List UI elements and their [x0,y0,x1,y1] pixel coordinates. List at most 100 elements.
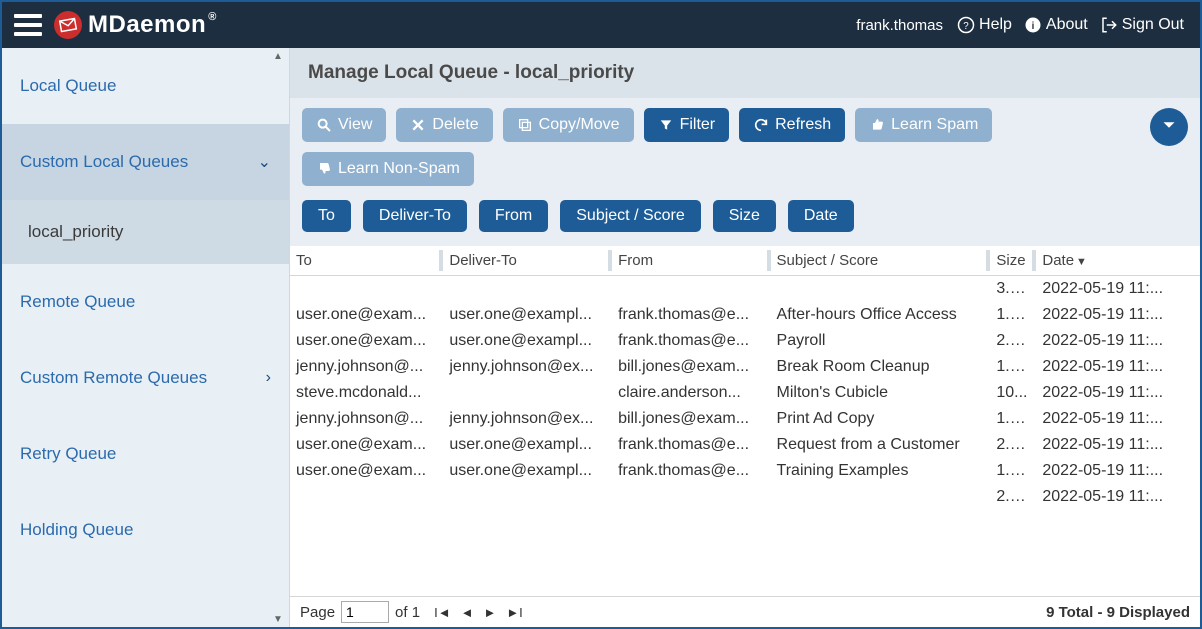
cell-date: 2022-05-19 11:... [1036,276,1200,303]
menu-icon[interactable] [14,14,42,36]
cell-deliver: user.one@exampl... [443,432,612,458]
col-toggle-date[interactable]: Date [788,200,854,232]
col-toggle-to[interactable]: To [302,200,351,232]
sidebar-item-label: Holding Queue [20,520,133,540]
cell-from: frank.thomas@e... [612,432,770,458]
current-user: frank.thomas [856,17,943,34]
table-row[interactable]: jenny.johnson@...jenny.johnson@ex...bill… [290,354,1200,380]
brand-rest: Daemon [109,11,207,38]
cell-deliver: jenny.johnson@ex... [443,406,612,432]
filter-button[interactable]: Filter [644,108,730,142]
search-icon [316,117,332,133]
table-row[interactable]: 3.0...2022-05-19 11:... [290,276,1200,303]
cell-deliver [443,276,612,303]
cell-subject: Break Room Cleanup [771,354,991,380]
cell-date: 2022-05-19 11:... [1036,484,1200,510]
page-first-icon[interactable]: I◄ [434,605,450,620]
expand-button[interactable] [1150,108,1188,146]
sidebar-item-remote-queue[interactable]: Remote Queue [2,264,289,340]
col-header-size[interactable]: Size [990,246,1036,276]
cell-size: 1.4... [990,458,1036,484]
cell-size: 1.4... [990,302,1036,328]
col-header-subject[interactable]: Subject / Score [771,246,991,276]
sidebar-item-custom-remote-queues[interactable]: Custom Remote Queues › [2,340,289,416]
chevron-right-icon: › [266,369,271,387]
col-header-date[interactable]: Date▼ [1036,246,1200,276]
table-row[interactable]: user.one@exam...user.one@exampl...frank.… [290,458,1200,484]
cell-deliver: jenny.johnson@ex... [443,354,612,380]
cell-to: user.one@exam... [290,328,443,354]
cell-from: bill.jones@exam... [612,406,770,432]
button-label: Refresh [775,116,831,134]
cell-size: 2.2... [990,484,1036,510]
col-toggle-size[interactable]: Size [713,200,776,232]
table-row[interactable]: 2.2...2022-05-19 11:... [290,484,1200,510]
table-row[interactable]: user.one@exam...user.one@exampl...frank.… [290,328,1200,354]
info-icon: i [1024,16,1042,34]
cell-date: 2022-05-19 11:... [1036,328,1200,354]
sidebar-item-custom-local-queues[interactable]: Custom Local Queues ⌄ [2,124,289,200]
chevron-down-icon: ⌄ [258,152,271,172]
table-row[interactable]: steve.mcdonald...claire.anderson...Milto… [290,380,1200,406]
cell-date: 2022-05-19 11:... [1036,432,1200,458]
cell-from: frank.thomas@e... [612,328,770,354]
signout-icon [1100,16,1118,34]
view-button[interactable]: View [302,108,386,142]
col-header-from[interactable]: From [612,246,770,276]
sidebar-item-label: Custom Remote Queues [20,368,207,388]
thumbs-down-icon [869,117,885,133]
cell-to: user.one@exam... [290,458,443,484]
cell-subject: After-hours Office Access [771,302,991,328]
sidebar-item-local-priority[interactable]: local_priority [2,200,289,264]
help-label: Help [979,16,1012,34]
sidebar-item-label: Remote Queue [20,292,135,312]
svg-text:?: ? [963,21,969,32]
cell-deliver [443,484,612,510]
signout-label: Sign Out [1122,16,1184,34]
table-row[interactable]: user.one@exam...user.one@exampl...frank.… [290,432,1200,458]
refresh-button[interactable]: Refresh [739,108,845,142]
filter-icon [658,117,674,133]
cell-deliver: user.one@exampl... [443,328,612,354]
cell-date: 2022-05-19 11:... [1036,380,1200,406]
page-input[interactable] [341,601,389,623]
learn-non-spam-button[interactable]: Learn Non-Spam [302,152,474,186]
sidebar: ▲ Local Queue Custom Local Queues ⌄ loca… [2,48,290,627]
about-link[interactable]: i About [1020,14,1092,36]
help-link[interactable]: ? Help [953,14,1016,36]
page-next-icon[interactable]: ► [483,605,496,620]
delete-button[interactable]: Delete [396,108,492,142]
signout-link[interactable]: Sign Out [1096,14,1188,36]
col-toggle-subject[interactable]: Subject / Score [560,200,701,232]
learn-spam-button[interactable]: Learn Spam [855,108,992,142]
scroll-up-icon[interactable]: ▲ [267,48,289,64]
col-header-to[interactable]: To [290,246,443,276]
col-header-deliver-to[interactable]: Deliver-To [443,246,612,276]
scroll-down-icon[interactable]: ▼ [267,611,289,627]
col-toggle-from[interactable]: From [479,200,548,232]
copymove-button[interactable]: Copy/Move [503,108,634,142]
table-row[interactable]: jenny.johnson@...jenny.johnson@ex...bill… [290,406,1200,432]
app-header: MDaemon® frank.thomas ? Help i About Sig… [2,2,1200,48]
page-of-label: of 1 [395,604,420,621]
sidebar-item-retry-queue[interactable]: Retry Queue [2,416,289,492]
queue-table: To Deliver-To From Subject / Score Size … [290,246,1200,596]
sidebar-item-holding-queue[interactable]: Holding Queue [2,492,289,568]
cell-from [612,276,770,303]
app-logo: MDaemon® [54,11,217,39]
page-prev-icon[interactable]: ◄ [461,605,474,620]
cell-date: 2022-05-19 11:... [1036,302,1200,328]
button-label: Learn Non-Spam [338,160,460,178]
copy-icon [517,117,533,133]
envelope-icon [52,9,84,41]
pager-status: 9 Total - 9 Displayed [1046,604,1190,621]
table-row[interactable]: user.one@exam...user.one@exampl...frank.… [290,302,1200,328]
sidebar-item-local-queue[interactable]: Local Queue [2,48,289,124]
col-toggle-deliver-to[interactable]: Deliver-To [363,200,467,232]
page-last-icon[interactable]: ►I [506,605,522,620]
button-label: Delete [432,116,478,134]
refresh-icon [753,117,769,133]
cell-to [290,484,443,510]
cell-to: jenny.johnson@... [290,406,443,432]
cell-date: 2022-05-19 11:... [1036,406,1200,432]
